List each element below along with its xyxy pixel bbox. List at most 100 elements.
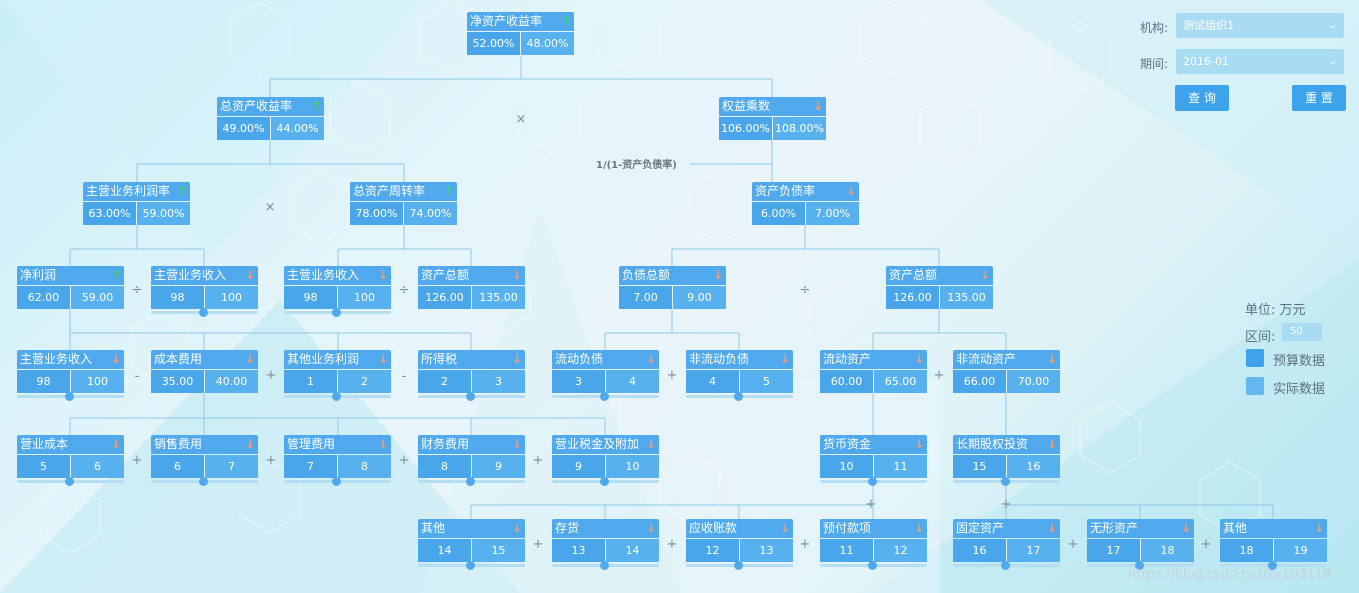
reset-button[interactable]: 重 置: [1292, 85, 1346, 111]
slider-handle[interactable]: [734, 392, 743, 401]
node-op-cost[interactable]: 营业成本 ↓ 5 6: [17, 435, 124, 486]
node-roe[interactable]: 净资产收益率 ↑ 52.00% 48.00%: [467, 12, 574, 58]
range-input[interactable]: 50: [1282, 323, 1322, 341]
range-slider[interactable]: [284, 477, 391, 486]
node-title: 净资产收益率: [470, 14, 543, 28]
slider-handle[interactable]: [734, 561, 743, 570]
range-slider[interactable]: [17, 477, 124, 486]
period-select[interactable]: 2016-01 ⌄: [1176, 49, 1344, 74]
node-inventory[interactable]: 存货 ↓ 13 14: [552, 519, 659, 570]
node-main-rev1[interactable]: 主营业务收入 ↓ 98 100: [151, 266, 258, 317]
node-total-assets1[interactable]: 资产总额 ↓ 126.00 135.00: [418, 266, 525, 312]
slider-handle[interactable]: [332, 308, 341, 317]
actual-value: 100: [338, 286, 391, 309]
period-select-value: 2016-01: [1183, 55, 1229, 68]
arrow-down-icon: ↓: [645, 521, 656, 535]
actual-value: 100: [205, 286, 258, 309]
slider-handle[interactable]: [466, 392, 475, 401]
slider-handle[interactable]: [600, 477, 609, 486]
node-main-margin[interactable]: 主营业务利润率 ↑ 63.00% 59.00%: [83, 182, 190, 228]
node-main-rev3[interactable]: 主营业务收入 ↓ 98 100: [17, 350, 124, 401]
node-receivable[interactable]: 应收账款 ↓ 12 13: [686, 519, 793, 570]
actual-value: 10: [606, 455, 659, 478]
range-slider[interactable]: [686, 392, 793, 401]
slider-handle[interactable]: [199, 477, 208, 486]
node-current-liab[interactable]: 流动负债 ↓ 3 4: [552, 350, 659, 401]
range-slider[interactable]: [820, 561, 927, 570]
node-fixed-assets[interactable]: 固定资产 ↓ 16 17: [953, 519, 1060, 570]
node-cash[interactable]: 货币资金 ↓ 10 11: [820, 435, 927, 486]
range-slider[interactable]: [418, 477, 525, 486]
budget-value: 7.00: [619, 286, 673, 309]
node-header: 净利润 ↑: [17, 266, 124, 285]
node-values: 45: [686, 370, 793, 393]
budget-value: 4: [686, 370, 740, 393]
slider-handle[interactable]: [332, 477, 341, 486]
range-slider[interactable]: [953, 477, 1060, 486]
range-slider[interactable]: [418, 392, 525, 401]
range-slider[interactable]: [686, 561, 793, 570]
node-biz-tax[interactable]: 营业税金及附加 ↓ 9 10: [552, 435, 659, 486]
slider-handle[interactable]: [600, 392, 609, 401]
range-slider[interactable]: [284, 308, 391, 317]
slider-handle[interactable]: [332, 392, 341, 401]
range-slider[interactable]: [418, 561, 525, 570]
slider-handle[interactable]: [868, 561, 877, 570]
node-asset-turn[interactable]: 总资产周转率 ↑ 78.00% 74.00%: [350, 182, 457, 228]
slider-handle[interactable]: [65, 392, 74, 401]
range-slider[interactable]: [953, 561, 1060, 570]
node-debt-ratio[interactable]: 资产负债率 ↓ 6.00% 7.00%: [752, 182, 859, 228]
node-main-rev2[interactable]: 主营业务收入 ↓ 98 100: [284, 266, 391, 317]
slider-handle[interactable]: [65, 477, 74, 486]
arrow-down-icon: ↓: [377, 352, 388, 366]
arrow-down-icon: ↓: [1046, 521, 1057, 535]
query-button[interactable]: 查 询: [1175, 85, 1229, 111]
slider-handle[interactable]: [466, 561, 475, 570]
node-roa[interactable]: 总资产收益率 ↑ 49.00% 44.00%: [217, 97, 324, 143]
node-values: 67: [151, 455, 258, 478]
node-intangible[interactable]: 无形资产 ↓ 17 18: [1087, 519, 1194, 570]
node-admin-exp[interactable]: 管理费用 ↓ 7 8: [284, 435, 391, 486]
node-noncur-assets[interactable]: 非流动资产 ↓ 66.00 70.00: [953, 350, 1060, 396]
actual-value: 12: [874, 539, 927, 562]
node-sales-exp[interactable]: 销售费用 ↓ 6 7: [151, 435, 258, 486]
slider-handle[interactable]: [199, 308, 208, 317]
node-prepaid[interactable]: 预付款项 ↓ 11 12: [820, 519, 927, 570]
node-other2[interactable]: 其他 ↓ 18 19: [1220, 519, 1327, 570]
slider-handle[interactable]: [600, 561, 609, 570]
node-other[interactable]: 其他 ↓ 14 15: [418, 519, 525, 570]
range-slider[interactable]: [284, 392, 391, 401]
arrow-down-icon: ↓: [812, 99, 823, 113]
arrow-down-icon: ↓: [779, 521, 790, 535]
range-slider[interactable]: [151, 308, 258, 317]
node-net-profit[interactable]: 净利润 ↑ 62.00 59.00: [17, 266, 124, 312]
node-noncur-liab[interactable]: 非流动负债 ↓ 4 5: [686, 350, 793, 401]
slider-handle[interactable]: [466, 477, 475, 486]
node-lt-equity[interactable]: 长期股权投资 ↓ 15 16: [953, 435, 1060, 486]
slider-handle[interactable]: [1001, 477, 1010, 486]
range-slider[interactable]: [552, 477, 659, 486]
node-income-tax[interactable]: 所得税 ↓ 2 3: [418, 350, 525, 401]
slider-handle[interactable]: [1001, 561, 1010, 570]
node-other-profit[interactable]: 其他业务利润 ↓ 1 2: [284, 350, 391, 401]
node-cost[interactable]: 成本费用 ↓ 35.00 40.00: [151, 350, 258, 396]
slider-handle[interactable]: [868, 477, 877, 486]
node-fin-exp[interactable]: 财务费用 ↓ 8 9: [418, 435, 525, 486]
node-header: 净资产收益率 ↑: [467, 12, 574, 31]
range-slider[interactable]: [151, 477, 258, 486]
node-title: 固定资产: [956, 521, 1005, 535]
node-total-assets2[interactable]: 资产总额 ↓ 126.00 135.00: [886, 266, 993, 312]
node-title: 财务费用: [421, 437, 470, 451]
org-select[interactable]: 测试组织1 ⌄: [1176, 13, 1344, 38]
node-header: 流动资产 ↓: [820, 350, 927, 369]
node-equity-mult[interactable]: 权益乘数 ↓ 106.00% 108.00%: [719, 97, 826, 143]
range-slider[interactable]: [552, 392, 659, 401]
range-slider[interactable]: [820, 477, 927, 486]
node-total-debt[interactable]: 负债总额 ↓ 7.00 9.00: [619, 266, 726, 312]
node-values: 98 100: [151, 286, 258, 309]
node-values: 106.00% 108.00%: [719, 117, 826, 140]
range-slider[interactable]: [17, 392, 124, 401]
node-current-assets[interactable]: 流动资产 ↓ 60.00 65.00: [820, 350, 927, 396]
chevron-down-icon: ⌄: [1328, 20, 1337, 31]
range-slider[interactable]: [552, 561, 659, 570]
